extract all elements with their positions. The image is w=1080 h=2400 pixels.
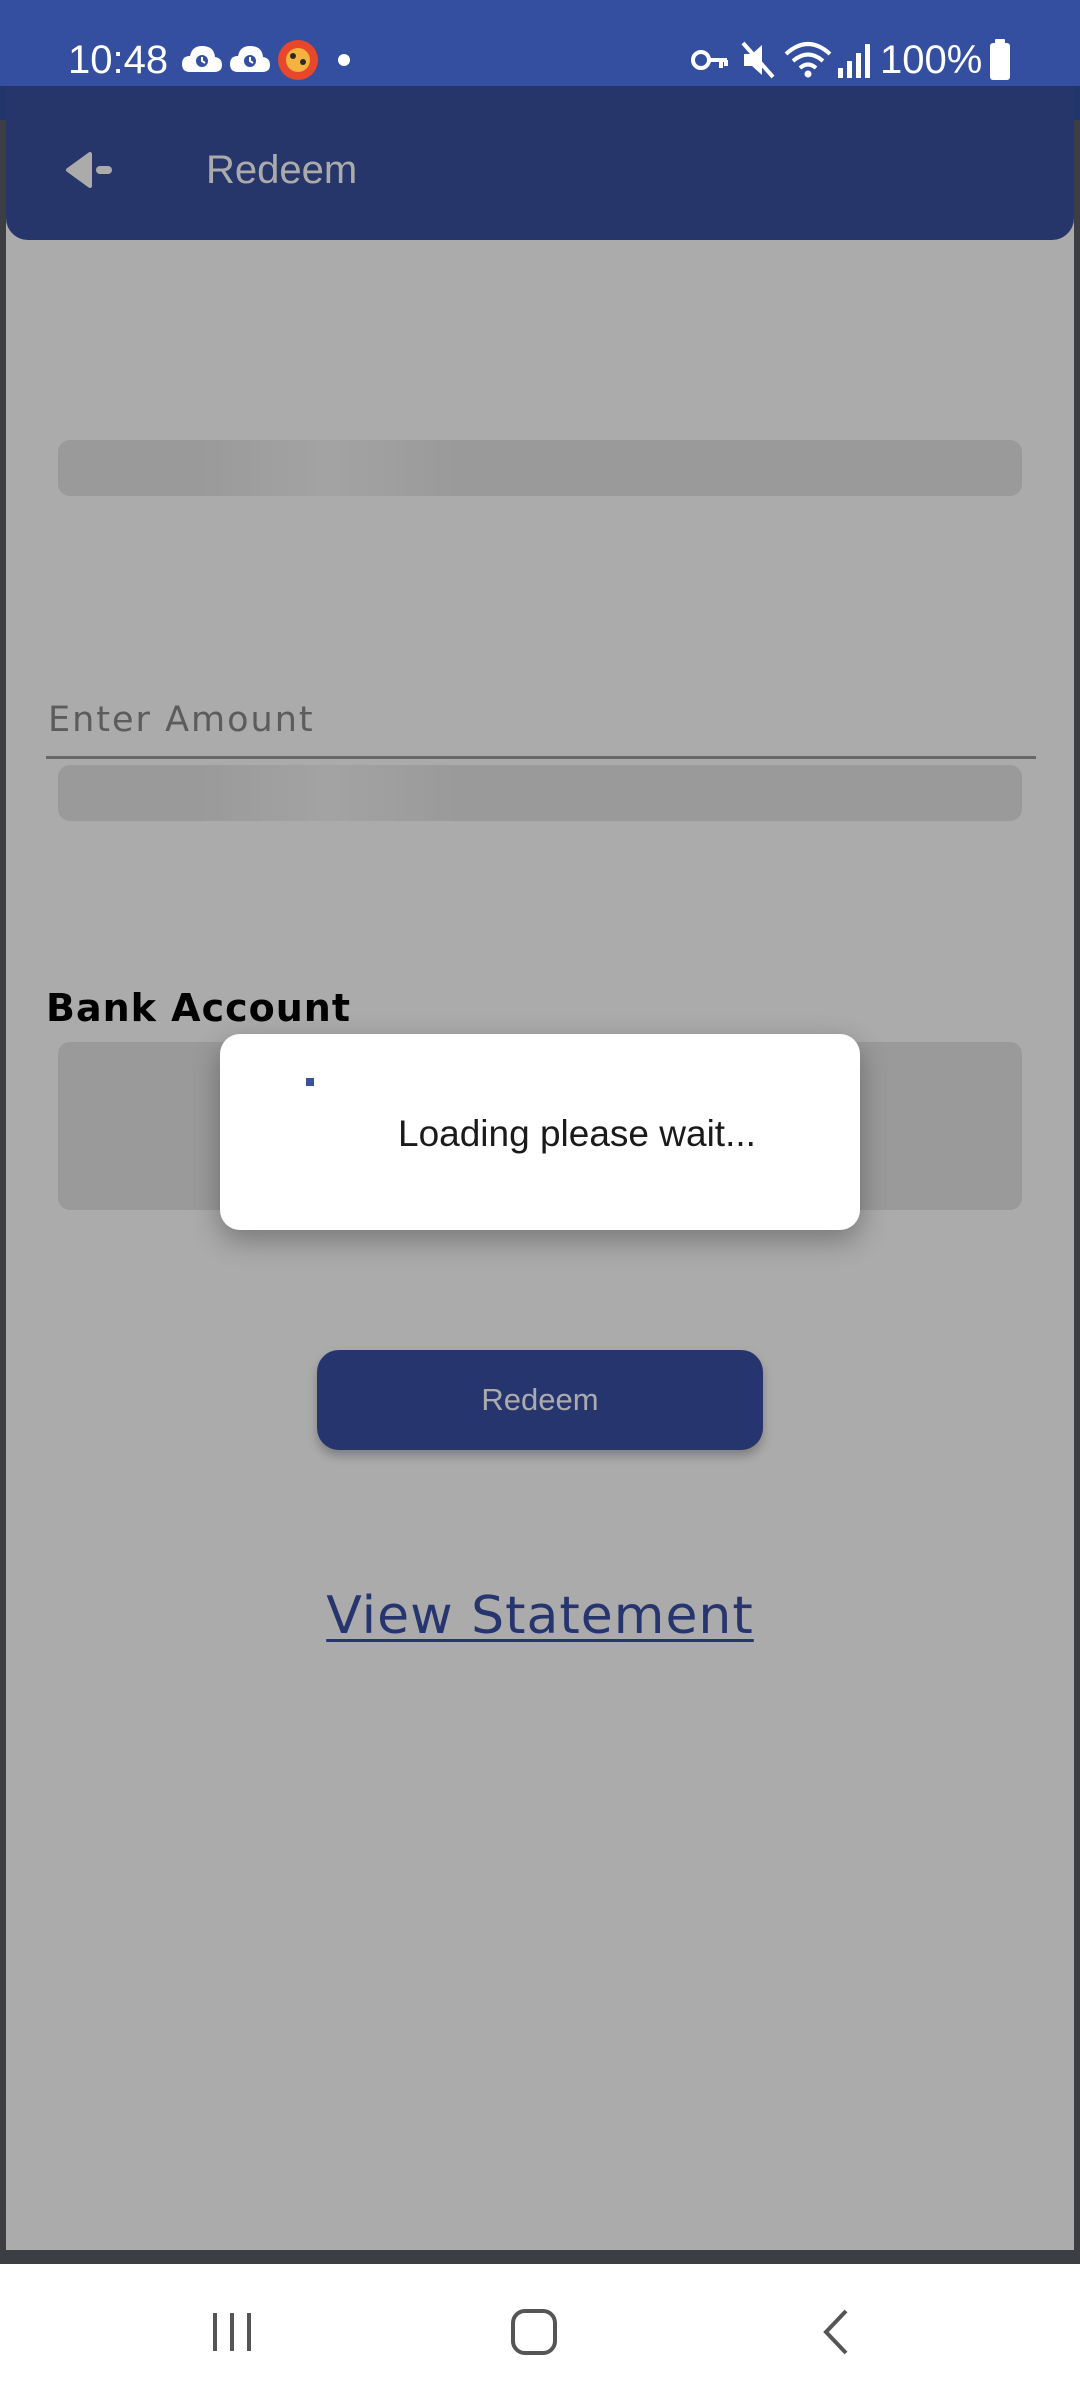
mute-icon: [741, 41, 775, 79]
loading-spinner-icon: [306, 1078, 314, 1086]
wifi-icon: [784, 42, 832, 78]
cloud-icon: [230, 46, 270, 72]
battery-percent: 100%: [880, 38, 983, 82]
back-icon: [823, 2309, 848, 2355]
nav-back-button[interactable]: [746, 2264, 926, 2400]
dot-icon: [338, 54, 350, 66]
status-time: 10:48: [68, 38, 169, 82]
recents-button[interactable]: [142, 2264, 322, 2400]
loading-message: Loading please wait...: [398, 1113, 756, 1154]
loading-dialog: Loading please wait...: [220, 1034, 860, 1230]
home-button[interactable]: [444, 2264, 624, 2400]
home-icon: [511, 2309, 557, 2355]
signal-icon: [838, 44, 870, 78]
battery-icon: [990, 39, 1010, 80]
app-notification-icon: [278, 40, 318, 80]
recents-icon: [213, 2313, 251, 2351]
system-nav-bar: [0, 2264, 1080, 2400]
vpn-key-icon: [691, 50, 728, 70]
cloud-icon: [182, 46, 222, 72]
